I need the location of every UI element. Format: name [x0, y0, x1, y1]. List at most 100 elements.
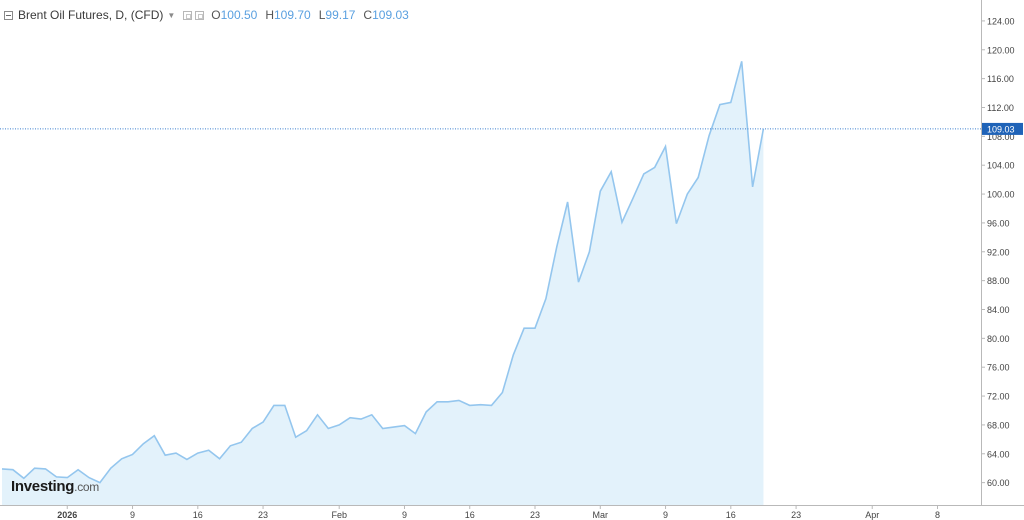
- y-tick-label: 60.00: [987, 478, 1010, 488]
- data-point: [654, 166, 656, 168]
- y-tick-label: 76.00: [987, 363, 1010, 373]
- x-tick-label: 9: [130, 510, 135, 520]
- y-tick-label: 120.00: [987, 45, 1015, 55]
- x-tick-label: 23: [791, 510, 801, 520]
- x-tick-label: 9: [663, 510, 668, 520]
- data-point: [251, 427, 253, 429]
- y-tick-label: 124.00: [987, 16, 1015, 26]
- data-point: [675, 222, 677, 224]
- data-point: [545, 298, 547, 300]
- data-point: [33, 467, 35, 469]
- instrument-title[interactable]: Brent Oil Futures, D, (CFD): [18, 8, 163, 22]
- data-point: [512, 354, 514, 356]
- y-tick-label: 112.00: [987, 103, 1014, 113]
- data-point: [621, 221, 623, 223]
- data-point: [218, 458, 220, 460]
- y-tick-label: 96.00: [987, 218, 1010, 228]
- data-point: [360, 418, 362, 420]
- last-price-label: 109.03: [987, 124, 1015, 134]
- data-point: [730, 101, 732, 103]
- data-point: [458, 399, 460, 401]
- x-tick-label: Apr: [865, 510, 879, 520]
- price-chart[interactable]: 60.00 64.00 68.00 72.00 76.00 80.00 84.00 88.00…: [0, 0, 1024, 520]
- data-point: [697, 176, 699, 178]
- data-point: [382, 427, 384, 429]
- data-point: [632, 197, 634, 199]
- data-point: [142, 443, 144, 445]
- investing-logo: Investing.com: [11, 478, 99, 495]
- y-tick-label: 116.00: [987, 74, 1014, 84]
- data-point: [164, 454, 166, 456]
- y-tick-label: 100.00: [987, 190, 1015, 200]
- data-point: [566, 201, 568, 203]
- x-tick-label: Feb: [331, 510, 347, 520]
- x-tick-label: 2026: [57, 510, 77, 520]
- chart-legend: Brent Oil Futures, D, (CFD) ▼ O100.50 H1…: [4, 6, 413, 24]
- data-point: [577, 281, 579, 283]
- chevron-down-icon[interactable]: ▼: [167, 11, 175, 20]
- data-point: [588, 251, 590, 253]
- data-point: [229, 445, 231, 447]
- data-point: [295, 436, 297, 438]
- data-point: [121, 458, 123, 460]
- data-point: [197, 452, 199, 454]
- data-point: [523, 327, 525, 329]
- data-point: [741, 60, 743, 62]
- data-point: [12, 469, 14, 471]
- chart-container: 60.00 64.00 68.00 72.00 76.00 80.00 84.00 88.00…: [0, 0, 1024, 520]
- data-point: [610, 171, 612, 173]
- data-point: [77, 469, 79, 471]
- x-tick-label: 16: [465, 510, 475, 520]
- x-tick-label: 16: [726, 510, 736, 520]
- x-tick-label: 8: [935, 510, 940, 520]
- data-point: [44, 468, 46, 470]
- data-point: [534, 327, 536, 329]
- data-point: [175, 452, 177, 454]
- data-point: [349, 417, 351, 419]
- data-point: [447, 401, 449, 403]
- data-point: [479, 404, 481, 406]
- x-tick-label: 9: [402, 510, 407, 520]
- area-fill: [2, 61, 764, 506]
- x-tick-label: 23: [258, 510, 268, 520]
- data-point: [501, 391, 503, 393]
- data-point: [469, 404, 471, 406]
- data-point: [643, 173, 645, 175]
- data-point: [403, 424, 405, 426]
- data-point: [131, 453, 133, 455]
- data-point: [414, 432, 416, 434]
- data-point: [371, 414, 373, 416]
- y-tick-label: 92.00: [987, 247, 1010, 257]
- data-point: [284, 404, 286, 406]
- data-point: [1, 468, 3, 470]
- data-point: [751, 186, 753, 188]
- x-tick-label: 16: [193, 510, 203, 520]
- y-tick-label: 72.00: [987, 392, 1010, 402]
- settings-icon[interactable]: [183, 10, 193, 20]
- data-point: [664, 145, 666, 147]
- data-point: [425, 411, 427, 413]
- data-point: [305, 430, 307, 432]
- data-point: [338, 424, 340, 426]
- data-point: [262, 421, 264, 423]
- y-tick-label: 84.00: [987, 305, 1010, 315]
- data-point: [719, 103, 721, 105]
- ohlc-open: O100.50: [211, 8, 258, 22]
- data-point: [436, 401, 438, 403]
- data-point: [99, 481, 101, 483]
- data-point: [208, 449, 210, 451]
- data-point: [599, 190, 601, 192]
- ohlc-high: H109.70: [265, 8, 311, 22]
- data-point: [273, 404, 275, 406]
- data-point: [327, 427, 329, 429]
- y-tick-label: 104.00: [987, 161, 1015, 171]
- ohlc-close: C109.03: [363, 8, 409, 22]
- data-point: [556, 246, 558, 248]
- data-point: [708, 134, 710, 136]
- data-point: [240, 441, 242, 443]
- collapse-icon[interactable]: [4, 10, 13, 20]
- data-point: [186, 458, 188, 460]
- data-point: [686, 193, 688, 195]
- y-tick-label: 64.00: [987, 449, 1010, 459]
- close-icon[interactable]: [195, 10, 205, 20]
